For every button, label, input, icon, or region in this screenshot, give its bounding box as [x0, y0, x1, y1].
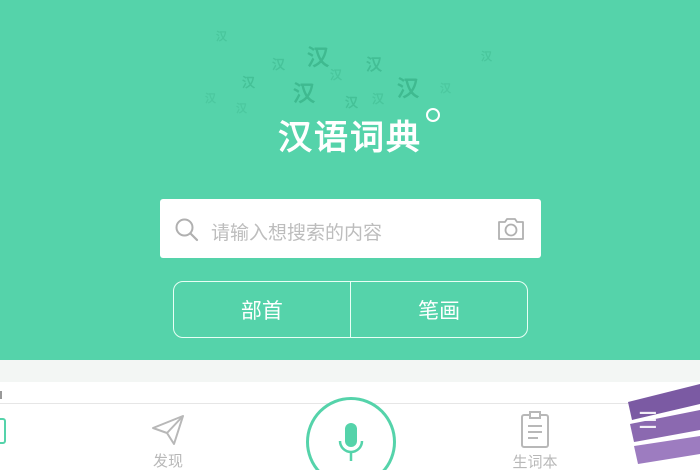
section-gap — [0, 360, 700, 382]
notebook-icon — [521, 411, 549, 448]
deco-char: 汉 — [481, 50, 492, 63]
tab-discover[interactable]: 发现 — [140, 414, 196, 470]
tab-home-icon[interactable] — [0, 418, 6, 444]
svg-text:☰: ☰ — [638, 409, 658, 434]
deco-char: 汉 — [330, 68, 343, 82]
deco-char: 汉 — [366, 55, 383, 74]
deco-char: 汉 — [345, 96, 359, 111]
deco-char: 汉 — [205, 92, 216, 105]
deco-char: 汉 — [293, 82, 316, 107]
deco-char: 汉 — [397, 77, 420, 102]
deco-char: 汉 — [216, 30, 227, 43]
search-icon[interactable] — [174, 217, 200, 243]
edge-fragment — [0, 391, 2, 399]
deco-char: 汉 — [307, 46, 330, 71]
microphone-icon — [338, 423, 364, 461]
app-logo: 汉语词典 — [0, 108, 700, 159]
deco-char: 汉 — [372, 92, 385, 106]
registered-mark-icon — [426, 108, 440, 122]
lookup-mode-selector: 部首 笔画 — [173, 281, 528, 338]
deco-char: 汉 — [242, 76, 256, 91]
watermark-logo: ☰ — [628, 384, 700, 464]
tab-wordbook-label: 生词本 — [512, 453, 558, 470]
search-placeholder: 请输入想搜索的内容 — [211, 222, 383, 244]
app-title: 汉语词典 — [278, 108, 440, 159]
radical-button[interactable]: 部首 — [174, 282, 350, 337]
paper-plane-icon — [152, 415, 184, 445]
deco-char: 汉 — [440, 82, 451, 95]
strokes-button[interactable]: 笔画 — [351, 282, 527, 337]
app-title-text: 汉语词典 — [278, 118, 422, 158]
tab-discover-label: 发现 — [152, 452, 183, 470]
deco-char: 汉 — [272, 58, 286, 73]
tab-wordbook[interactable]: 生词本 — [505, 411, 565, 470]
camera-icon[interactable] — [496, 213, 526, 243]
